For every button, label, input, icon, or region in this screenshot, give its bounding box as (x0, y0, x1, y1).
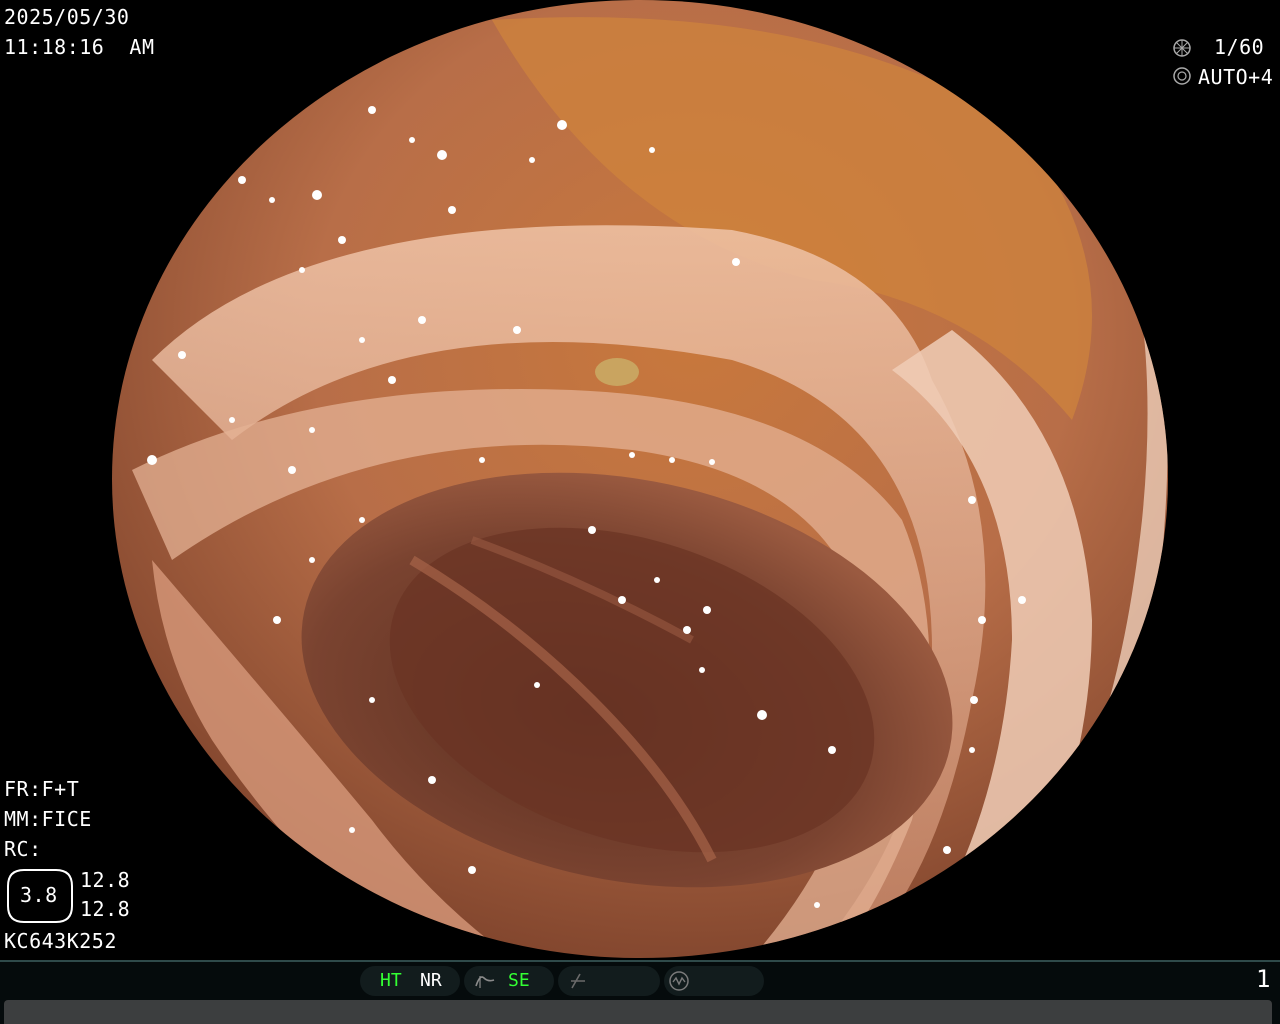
time-text: 11:18:16 AM (4, 35, 155, 59)
ht-nr-pill (360, 966, 460, 996)
value-top: 12.8 (80, 868, 131, 892)
date-text: 2025/05/30 (4, 5, 130, 29)
iris-mode-text: AUTO+4 (1198, 65, 1274, 89)
fr-setting: FR:F+T (4, 777, 80, 801)
wave-icon (669, 971, 689, 991)
bottom-grey-bar (4, 1000, 1272, 1024)
rc-setting: RC: (4, 837, 42, 861)
zoom-value: 3.8 (20, 883, 58, 907)
ht-indicator: HT (380, 970, 402, 991)
scope-id: KC643K252 (4, 929, 117, 953)
se-indicator: SE (508, 970, 530, 991)
slash-icon (571, 973, 585, 989)
curve-icon (475, 976, 495, 988)
status-divider (0, 960, 1280, 962)
mm-setting: MM:FICE (4, 807, 92, 831)
mucosa-image (112, 0, 1168, 958)
value-bottom: 12.8 (80, 897, 131, 921)
nr-indicator: NR (420, 970, 442, 991)
iris-icon (1173, 67, 1191, 85)
shutter-speed-text: 1/60 (1214, 35, 1265, 59)
shutter-icon (1173, 39, 1191, 57)
endoscope-view (112, 0, 1168, 958)
page-number: 1 (1256, 965, 1271, 993)
